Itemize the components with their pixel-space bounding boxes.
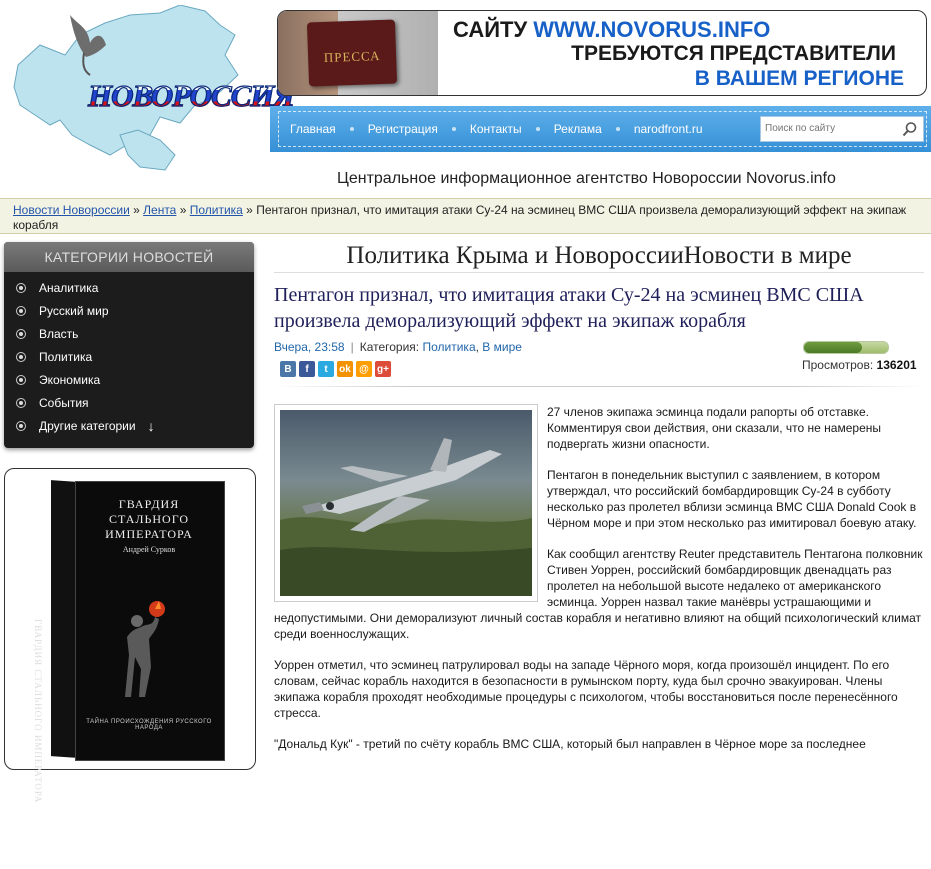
breadcrumb-link-feed[interactable]: Лента (143, 203, 176, 217)
banner-line-3: В ВАШЕМ РЕГИОНЕ (694, 67, 904, 90)
divider (274, 386, 926, 387)
recruitment-banner[interactable]: ПРЕССА САЙТУ WWW.NOVORUS.INFO ТРЕБУЮТСЯ … (277, 10, 927, 96)
categories-list: Аналитика Русский мир Власть Политика Эк… (4, 272, 254, 437)
logo-text: НОВОРОССИЯ (87, 78, 295, 113)
section-heading: Политика Крыма и НовороссииНовости в мир… (274, 242, 924, 273)
nav-separator (535, 127, 540, 131)
nav-item-narodfront[interactable]: narodfront.ru (615, 122, 717, 136)
article-paragraph: Уоррен отметил, что эсминец патрулировал… (274, 658, 898, 720)
main-nav: Главная Регистрация Контакты Реклама nar… (270, 106, 931, 152)
article-paragraph: "Дональд Кук" - третий по счёту корабль … (274, 737, 866, 751)
bullet-icon (16, 420, 26, 431)
press-card-icon: ПРЕССА (306, 19, 398, 87)
nav-item-advertising[interactable]: Реклама (535, 122, 616, 136)
bullet-icon (16, 351, 26, 362)
article-meta: Вчера, 23:58 | Категория: Политика, В мире (274, 340, 522, 354)
search-icon (902, 122, 917, 137)
nav-separator (615, 127, 620, 131)
article-photo[interactable] (274, 404, 538, 602)
arrow-down-icon: ↓ (147, 417, 155, 434)
meta-separator: | (350, 340, 354, 354)
banner-line-1: САЙТУ WWW.NOVORUS.INFO (453, 17, 770, 43)
category-label: Категория: (359, 340, 420, 354)
bullet-icon (16, 397, 26, 408)
banner-line-2: ТРЕБУЮТСЯ ПРЕДСТАВИТЕЛИ (571, 42, 896, 65)
category-link-world[interactable]: В мире (482, 340, 522, 354)
book-advertisement[interactable]: ГВАРДИЯ СТАЛЬНОГО ИМПЕРАТОРА ГВАРДИЯ СТА… (4, 468, 256, 803)
book-title: ГВАРДИЯ СТАЛЬНОГО ИМПЕРАТОРА (105, 497, 193, 541)
book-subtitle: ТАЙНА ПРОИСХОЖДЕНИЯ РУССКОГО НАРОДА (86, 719, 212, 731)
facebook-icon[interactable]: f (299, 361, 315, 377)
search-button[interactable] (897, 117, 923, 141)
article-photo-image (280, 410, 532, 596)
bullet-icon (16, 374, 26, 385)
site-tagline: Центральное информационное агентство Нов… (337, 170, 836, 187)
rating-bar[interactable] (803, 341, 889, 354)
twitter-icon[interactable]: t (318, 361, 334, 377)
search-input[interactable] (761, 117, 899, 139)
warrior-figure-icon (125, 601, 165, 697)
googleplus-icon[interactable]: g+ (375, 361, 391, 377)
vk-icon[interactable]: B (280, 361, 296, 377)
press-card-label: ПРЕССА (323, 48, 381, 65)
category-item-other[interactable]: Другие категории ↓ (16, 414, 254, 437)
book-author: Андрей Сурков (122, 545, 176, 554)
article-title[interactable]: Пентагон признал, что имитация атаки Су-… (274, 282, 926, 334)
nav-items: Главная Регистрация Контакты Реклама nar… (290, 122, 717, 136)
nav-separator (451, 127, 456, 131)
categories-heading: КАТЕГОРИИ НОВОСТЕЙ (4, 242, 254, 272)
su24-jet-icon (280, 438, 532, 596)
book-spine-title: ГВАРДИЯ СТАЛЬНОГО ИМПЕРАТОРА (33, 619, 43, 804)
categories-panel: КАТЕГОРИИ НОВОСТЕЙ Аналитика Русский мир… (4, 242, 254, 448)
nav-item-contacts[interactable]: Контакты (451, 122, 536, 136)
breadcrumb-link-home[interactable]: Новости Новороссии (13, 203, 130, 217)
bullet-icon (16, 282, 26, 293)
book-spine (51, 480, 77, 758)
view-count: Просмотров: 136201 (802, 358, 917, 372)
breadcrumb: Новости Новороссии » Лента » Политика » … (0, 198, 931, 234)
bullet-icon (16, 305, 26, 316)
views-value: 136201 (876, 358, 917, 372)
category-item-politics[interactable]: Политика (16, 345, 254, 368)
mailru-icon[interactable]: @ (356, 361, 372, 377)
search-box (760, 116, 924, 142)
bullet-icon (16, 328, 26, 339)
category-item-russian-world[interactable]: Русский мир (16, 299, 254, 322)
rating-bar-fill (804, 342, 862, 353)
nav-separator (349, 127, 354, 131)
category-item-events[interactable]: События (16, 391, 254, 414)
odnoklassniki-icon[interactable]: ok (337, 361, 353, 377)
nav-item-home[interactable]: Главная (290, 122, 350, 136)
banner-line-1-prefix: САЙТУ (453, 17, 528, 42)
category-item-economy[interactable]: Экономика (16, 368, 254, 391)
nav-item-registration[interactable]: Регистрация (349, 122, 452, 136)
article-time: Вчера, 23:58 (274, 340, 345, 354)
category-item-power[interactable]: Власть (16, 322, 254, 345)
banner-url: WWW.NOVORUS.INFO (533, 17, 771, 42)
breadcrumb-link-politics[interactable]: Политика (190, 203, 243, 217)
views-label: Просмотров: (802, 358, 874, 372)
site-logo[interactable]: НОВОРОССИЯ (10, 5, 295, 185)
category-item-analytics[interactable]: Аналитика (16, 276, 254, 299)
category-link-politics[interactable]: Политика (422, 340, 475, 354)
share-buttons: B f t ok @ g+ (280, 361, 391, 377)
